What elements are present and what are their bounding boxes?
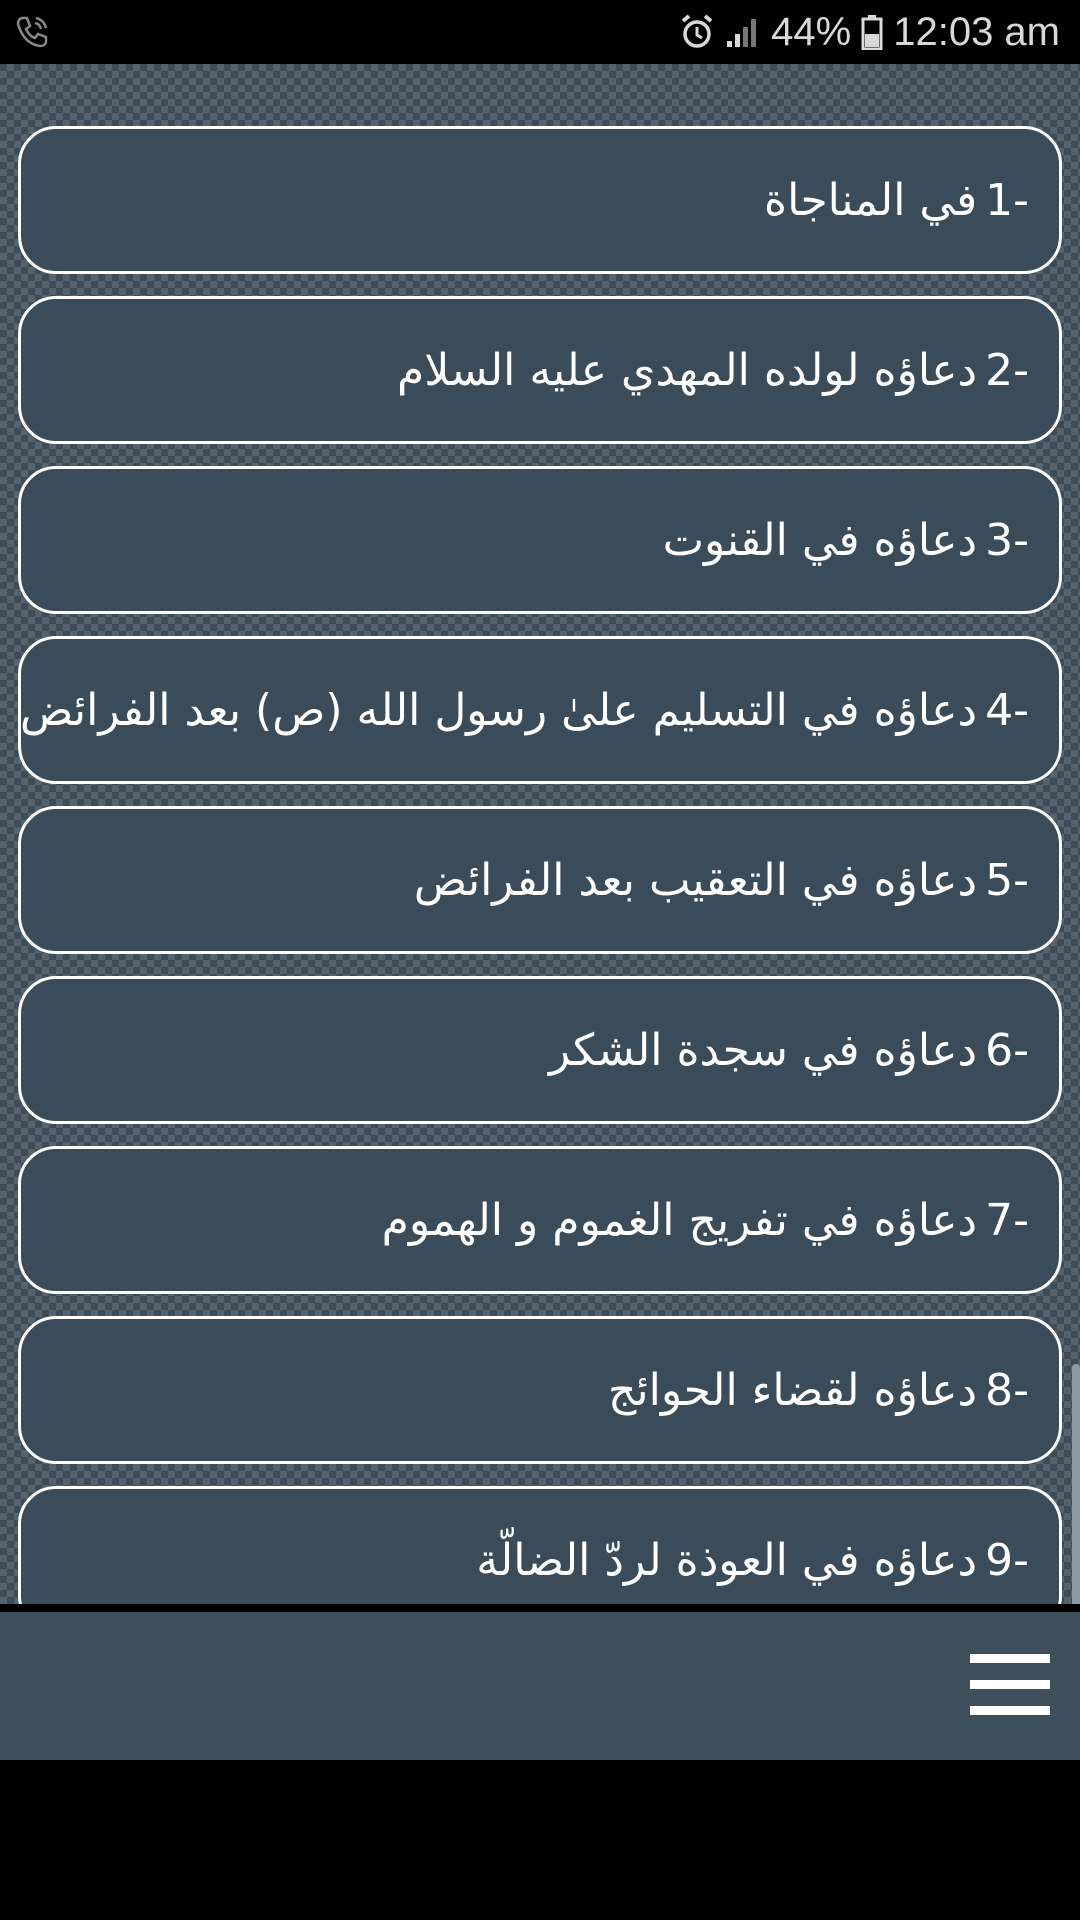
item-number: 4-	[985, 684, 1029, 736]
battery-icon	[861, 14, 883, 50]
battery-percent: 44%	[771, 9, 852, 54]
item-label: دعاؤه في سجدة الشكر	[549, 1024, 978, 1076]
status-bar: 44% 12:03 am	[0, 0, 1080, 64]
list-item[interactable]: 5- دعاؤه في التعقيب بعد الفرائض	[18, 806, 1062, 954]
item-number: 9-	[985, 1534, 1029, 1586]
list-item[interactable]: 9- دعاؤه في العوذة لردّ الضالّة	[18, 1486, 1062, 1604]
item-label: في المناجاة	[764, 174, 978, 226]
alarm-icon	[679, 13, 715, 51]
item-label: دعاؤه في العوذة لردّ الضالّة	[476, 1534, 978, 1586]
item-number: 7-	[985, 1194, 1029, 1246]
item-label: دعاؤه لولده المهدي عليه السلام	[396, 344, 978, 396]
item-label: دعاؤه في تفريج الغموم و الهموم	[381, 1194, 978, 1246]
clock-time: 12:03 am	[893, 9, 1060, 54]
item-label: دعاؤه لقضاء الحوائج	[608, 1364, 978, 1416]
item-number: 3-	[985, 514, 1029, 566]
content-area: 1- في المناجاة 2- دعاؤه لولده المهدي علي…	[0, 64, 1080, 1604]
hamburger-menu-icon[interactable]	[970, 1654, 1050, 1716]
supplication-list: 1- في المناجاة 2- دعاؤه لولده المهدي علي…	[18, 126, 1062, 1604]
list-item[interactable]: 3- دعاؤه في القنوت	[18, 466, 1062, 614]
status-indicators: 44% 12:03 am	[679, 0, 1060, 64]
item-number: 1-	[985, 174, 1029, 226]
item-label: دعاؤه في القنوت	[662, 514, 978, 566]
navigation-bar-area	[0, 1760, 1080, 1920]
list-item[interactable]: 1- في المناجاة	[18, 126, 1062, 274]
item-number: 2-	[985, 344, 1029, 396]
item-number: 6-	[985, 1024, 1029, 1076]
item-label: دعاؤه في التعقيب بعد الفرائض	[413, 854, 978, 906]
list-item[interactable]: 6- دعاؤه في سجدة الشكر	[18, 976, 1062, 1124]
item-number: 5-	[985, 854, 1029, 906]
list-item[interactable]: 8- دعاؤه لقضاء الحوائج	[18, 1316, 1062, 1464]
scrollbar[interactable]	[1072, 1364, 1080, 1604]
list-item[interactable]: 7- دعاؤه في تفريج الغموم و الهموم	[18, 1146, 1062, 1294]
signal-icon	[725, 15, 761, 49]
item-number: 8-	[985, 1364, 1029, 1416]
bottom-toolbar	[0, 1612, 1080, 1760]
list-item[interactable]: 2- دعاؤه لولده المهدي عليه السلام	[18, 296, 1062, 444]
phone-icon	[14, 14, 50, 50]
list-item[interactable]: 4- دعاؤه في التسليم علىٰ رسول الله (ص) ب…	[18, 636, 1062, 784]
item-label: دعاؤه في التسليم علىٰ رسول الله (ص) بعد …	[19, 684, 978, 736]
